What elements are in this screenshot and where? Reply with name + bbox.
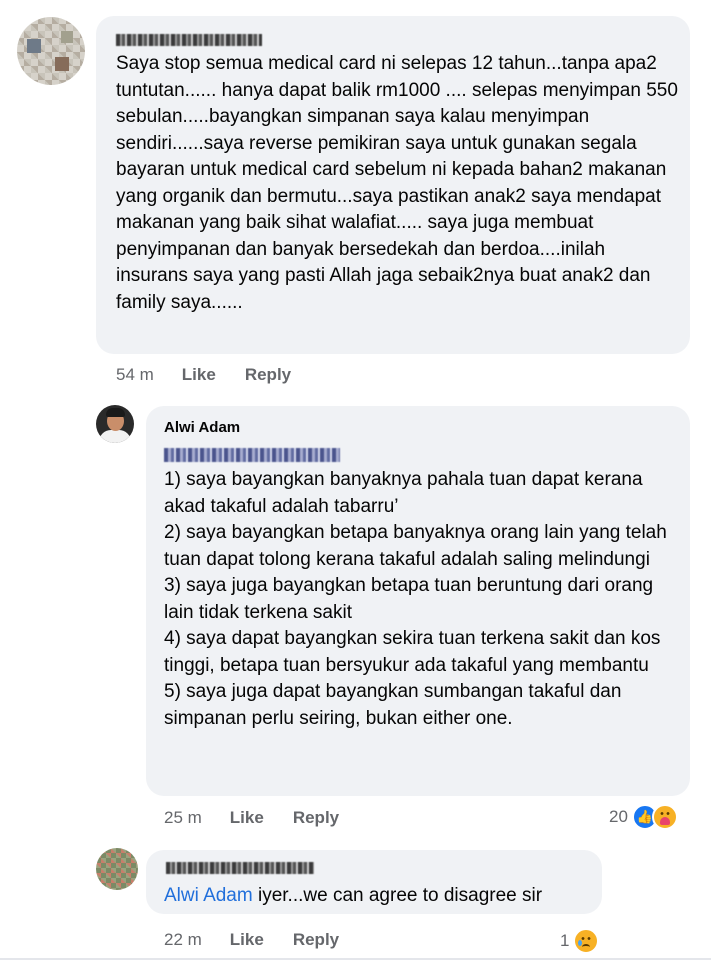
reaction-count: 20 [609, 807, 628, 826]
comment-author[interactable]: Alwi Adam [164, 419, 240, 436]
sad-icon [573, 928, 600, 954]
comment-text-body: iyer...we can agree to disagree sir [252, 885, 543, 906]
mention-link[interactable]: Alwi Adam [164, 885, 253, 906]
comment-text: Saya stop semua medical card ni selepas … [116, 53, 678, 313]
avatar-pixel [61, 31, 73, 43]
avatar-pixel [27, 39, 41, 53]
comment-actions: 22 m Like Reply [164, 930, 368, 950]
reply-button[interactable]: Reply [293, 808, 339, 827]
comment-actions: 25 m Like Reply [164, 808, 368, 828]
like-button[interactable]: Like [182, 365, 216, 384]
like-button[interactable]: Like [230, 930, 264, 949]
reaction-summary[interactable]: 1 [560, 928, 600, 954]
avatar-pixel [55, 57, 69, 71]
blurred-mention-tag[interactable] [164, 448, 340, 462]
commenter-avatar[interactable] [17, 17, 85, 85]
reaction-count: 1 [560, 931, 570, 950]
comment-text: Alwi Adam iyer...we can agree to disagre… [164, 883, 594, 910]
care-icon [651, 804, 678, 830]
blurred-author-name[interactable] [116, 34, 262, 46]
commenter-avatar[interactable] [96, 405, 134, 443]
comment-time[interactable]: 25 m [164, 808, 202, 827]
reaction-summary[interactable]: 20 👍 [609, 804, 678, 830]
reply-button[interactable]: Reply [245, 365, 291, 384]
comment-time[interactable]: 22 m [164, 930, 202, 949]
like-button[interactable]: Like [230, 808, 264, 827]
reply-button[interactable]: Reply [293, 930, 339, 949]
comment-actions: 54 m Like Reply [116, 365, 320, 385]
commenter-avatar[interactable] [96, 848, 138, 890]
comment-time[interactable]: 54 m [116, 365, 154, 384]
avatar-shirt [99, 430, 131, 443]
blurred-author-name[interactable] [166, 862, 314, 874]
avatar-hair [106, 408, 125, 417]
comment-text: 1) saya bayangkan banyaknya pahala tuan … [164, 469, 667, 729]
